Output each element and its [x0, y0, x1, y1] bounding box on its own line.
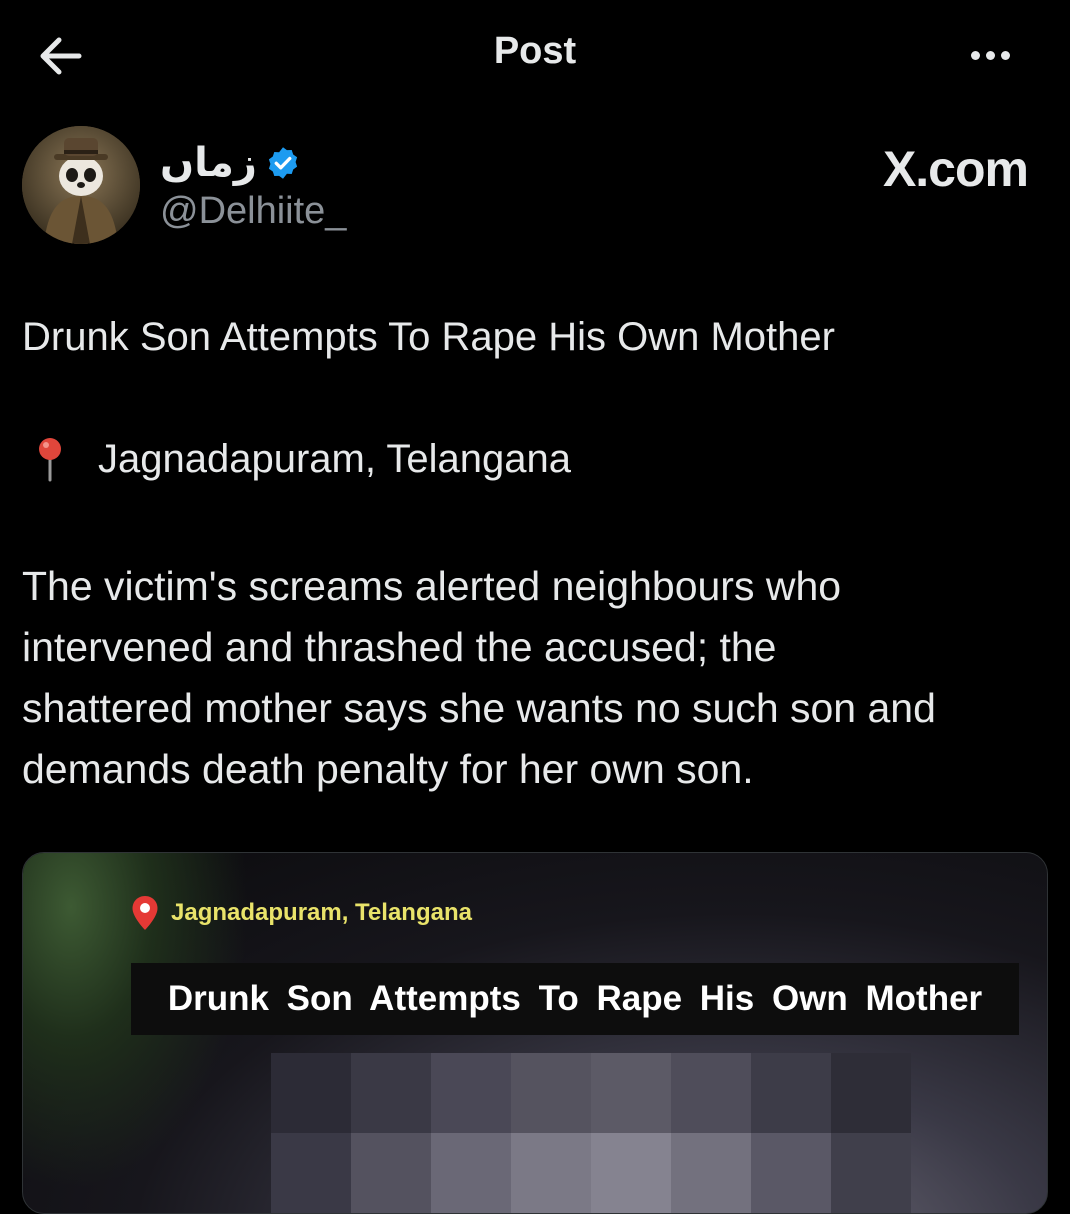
post-paragraph: The victim's screams alerted neighbours … — [22, 556, 1052, 800]
media-location-label: Jagnadapuram, Telangana — [131, 895, 472, 931]
more-dot — [985, 50, 995, 60]
post-location: Jagnadapuram, Telangana — [22, 436, 571, 482]
page-title: Post — [493, 30, 577, 72]
more-horizontal-icon — [970, 50, 980, 60]
verified-badge-icon — [268, 147, 298, 179]
pixelated-area — [271, 1053, 911, 1213]
media-location-text: Jagnadapuram, Telangana — [171, 899, 472, 926]
watermark: X.com — [882, 141, 1029, 197]
location-text: Jagnadapuram, Telangana — [98, 436, 571, 481]
paragraph-line: demands death penalty for her own son. — [22, 746, 754, 792]
post-header: Post — [0, 0, 1070, 110]
round-pushpin-icon — [39, 438, 61, 482]
avatar-image — [22, 126, 140, 244]
post-headline: Drunk Son Attempts To Rape His Own Mothe… — [22, 315, 835, 359]
paragraph-line: The victim's screams alerted neighbours … — [22, 563, 842, 609]
post-media[interactable]: Jagnadapuram, Telangana Drunk Son Attemp… — [22, 852, 1048, 1214]
paragraph-line: intervened and thrashed the accused; the — [22, 624, 777, 670]
avatar[interactable] — [22, 126, 140, 244]
more-options-button[interactable] — [960, 30, 1020, 80]
paragraph-line: shattered mother says she wants no such … — [22, 685, 936, 731]
map-pin-icon — [132, 896, 158, 930]
more-dot — [1000, 50, 1010, 60]
author-handle[interactable]: @Delhiite_ — [160, 190, 346, 233]
display-name-text: زماں — [160, 140, 257, 186]
author-name[interactable]: زماں — [160, 140, 301, 186]
media-title-banner: Drunk Son Attempts To Rape His Own Mothe… — [131, 963, 1019, 1035]
